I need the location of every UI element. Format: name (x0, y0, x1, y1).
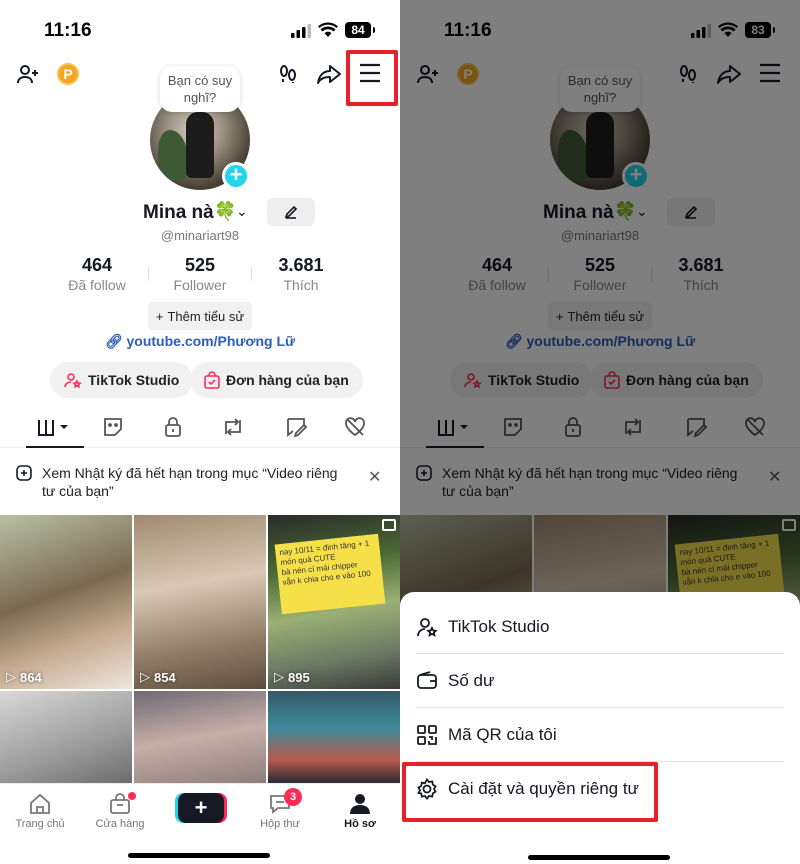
status-bar: 11:16 84 (0, 14, 400, 46)
menu-item-qr-code[interactable]: Mã QR của tôi (416, 708, 784, 762)
orders-button[interactable]: Đơn hàng của bạn (190, 362, 363, 398)
status-time: 11:16 (44, 20, 92, 41)
video-thumbnail[interactable]: nay 10/11 = đinh tăng + 1 món quà CUTE b… (268, 515, 400, 689)
battery-indicator: 84 (345, 22, 375, 38)
nav-inbox[interactable]: Hộp thư 3 (240, 788, 320, 830)
add-friend-icon[interactable] (16, 62, 40, 86)
menu-item-tiktok-studio[interactable]: TikTok Studio (416, 600, 784, 654)
add-square-icon (16, 465, 32, 481)
status-bubble[interactable]: Bạn có suy nghĩ? (160, 66, 240, 112)
video-thumbnail[interactable]: ▷854 (134, 515, 266, 689)
nav-home[interactable]: Trang chủ (0, 790, 80, 830)
video-thumbnail[interactable]: ▷864 (0, 515, 132, 689)
footprint-icon[interactable] (276, 62, 300, 86)
link-icon: 🔗︎ (104, 333, 123, 349)
heart-hidden-icon (345, 417, 365, 437)
cellular-signal-icon (291, 24, 311, 38)
wifi-icon (318, 22, 338, 37)
inbox-badge: 3 (284, 788, 302, 806)
home-icon (30, 793, 50, 814)
nav-profile[interactable]: Hồ sơ (320, 790, 400, 830)
profile-link[interactable]: 🔗︎ youtube.com/Phương Lữ (0, 333, 400, 350)
notice-text: Xem Nhật ký đã hết hạn trong mục “Video … (42, 465, 338, 499)
tab-private[interactable] (158, 414, 188, 440)
stat-following[interactable]: 464 Đã follow (47, 255, 147, 293)
menu-bottom-sheet: TikTok Studio Số dư Mã QR của tôi Cài đặ… (400, 592, 800, 864)
tab-stickers[interactable] (98, 414, 128, 440)
play-icon: ▷ (6, 669, 16, 684)
expired-diary-notice[interactable]: Xem Nhật ký đã hết hạn trong mục “Video … (0, 449, 400, 513)
create-button[interactable]: + (178, 793, 224, 823)
home-indicator (128, 853, 270, 858)
clover-emoji: 🍀 (214, 201, 237, 221)
tab-favorites[interactable] (282, 414, 312, 440)
add-bio-button[interactable]: + Thêm tiểu sử (148, 302, 252, 330)
lock-icon (165, 417, 181, 437)
tiktok-studio-button[interactable]: TikTok Studio (50, 362, 194, 398)
coin-icon[interactable]: P (57, 63, 79, 85)
thumbnail-caption: nay 10/11 = đinh tăng + 1 món quà CUTE b… (274, 533, 386, 615)
photo-mode-icon (382, 519, 396, 531)
profile-screen-with-menu: 11:16 83 P Bạn có suy nghĩ? + Mina nà 🍀 … (400, 0, 800, 864)
tab-reposts[interactable] (218, 414, 248, 440)
tab-liked[interactable] (340, 414, 370, 440)
profile-handle: @minariart98 (160, 228, 240, 243)
menu-highlight-box (346, 50, 398, 106)
profile-name[interactable]: Mina nà (143, 202, 214, 224)
play-icon: ▷ (274, 669, 284, 684)
name-row: Mina nà 🍀 ⌄ (0, 198, 400, 226)
stat-likes[interactable]: 3.681 Thích (251, 255, 351, 293)
video-thumbnail[interactable] (134, 691, 266, 783)
repost-icon (225, 418, 241, 436)
play-icon: ▷ (140, 669, 150, 684)
profile-icon (350, 794, 370, 814)
nav-shop[interactable]: Cửa hàng (80, 790, 160, 830)
settings-highlight-box (402, 762, 658, 822)
content-tabs (0, 406, 400, 448)
active-tab-indicator (26, 446, 84, 448)
bottom-navigation: Trang chủ Cửa hàng + Hộp thư 3 Hồ sơ (0, 783, 400, 864)
stat-followers[interactable]: 525 Follower (150, 255, 250, 293)
bookmark-pen-icon (287, 418, 308, 438)
plus-icon: + (155, 308, 164, 324)
shopping-bag-icon (204, 371, 220, 389)
wallet-icon (417, 670, 437, 689)
close-icon[interactable]: ✕ (368, 467, 381, 487)
chevron-down-icon[interactable]: ⌄ (236, 203, 248, 220)
share-icon[interactable] (316, 62, 342, 86)
sticker-icon (104, 418, 122, 436)
menu-item-balance[interactable]: Số dư (416, 654, 784, 708)
grid-filter-icon (38, 420, 68, 436)
profile-stats: 464 Đã follow 525 Follower 3.681 Thích (0, 255, 400, 295)
pencil-icon (284, 205, 298, 219)
person-star-icon (417, 617, 438, 637)
add-story-button[interactable]: + (222, 162, 250, 190)
tab-videos[interactable] (36, 414, 70, 440)
video-thumbnail[interactable] (268, 691, 400, 783)
video-grid: ▷864 ▷854 nay 10/11 = đinh tăng + 1 món … (0, 515, 400, 783)
edit-profile-button[interactable] (267, 198, 315, 226)
video-thumbnail[interactable] (0, 691, 132, 783)
profile-screen: 11:16 84 P Bạn có suy nghĩ? + Mina nà 🍀 … (0, 0, 400, 864)
person-star-icon (64, 373, 82, 389)
notification-dot (128, 792, 136, 800)
home-indicator (528, 855, 670, 860)
qr-code-icon (417, 724, 437, 745)
